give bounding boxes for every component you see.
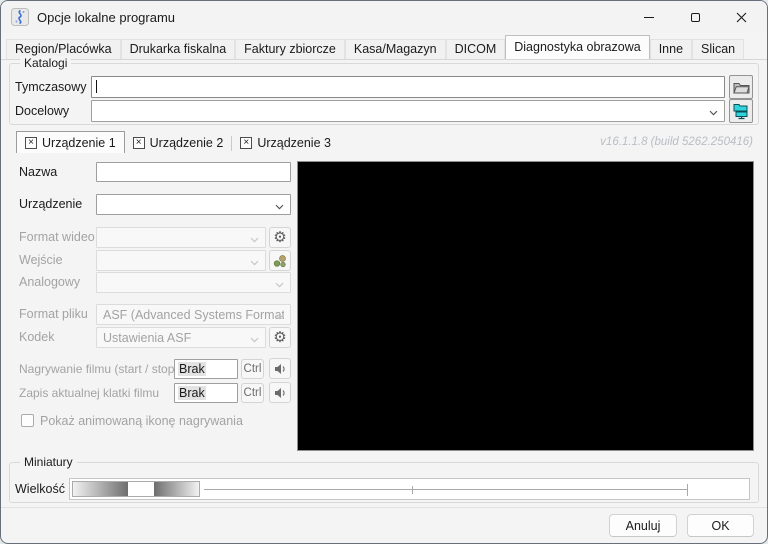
video-preview <box>297 161 754 451</box>
zapis-sound-button[interactable] <box>269 382 291 403</box>
kodek-combobox: Ustawienia ASF <box>96 327 266 348</box>
urzadzenie-combobox[interactable] <box>96 194 291 215</box>
network-folder-icon <box>733 103 748 119</box>
tab-faktury-zbiorcze[interactable]: Faktury zbiorcze <box>235 39 345 59</box>
gear-icon: ⚙ <box>273 328 287 346</box>
chevron-down-icon <box>275 309 284 323</box>
tab-urzadzenie-1[interactable]: × Urządzenie 1 <box>16 131 125 153</box>
folder-icon <box>732 82 750 93</box>
gear-icon: ⚙ <box>273 228 287 246</box>
browse-folder-button[interactable] <box>729 75 753 99</box>
tab-urzadzenie-2[interactable]: × Urządzenie 2 <box>125 133 232 153</box>
maximize-button[interactable] <box>672 1 718 33</box>
tab-urzadzenie-3[interactable]: × Urządzenie 3 <box>232 133 339 153</box>
wejscie-combobox <box>96 250 266 271</box>
format-wideo-settings-button[interactable]: ⚙ <box>269 227 291 248</box>
tab-slican[interactable]: Slican <box>692 39 745 59</box>
tab-kasa-magazyn[interactable]: Kasa/Magazyn <box>344 39 446 59</box>
close-tab-icon: × <box>25 136 37 149</box>
wejscie-label: Wejście <box>19 253 63 267</box>
docelowy-label: Docelowy <box>15 104 70 118</box>
speaker-icon <box>274 387 285 398</box>
device-tab-label: Urządzenie 3 <box>257 136 331 150</box>
nagrywanie-label: Nagrywanie filmu (start / stop) <box>19 362 179 376</box>
chevron-down-icon <box>709 105 718 119</box>
tab-dicom[interactable]: DICOM <box>445 39 506 59</box>
minimize-icon <box>644 16 654 18</box>
tab-diagnostyka-obrazowa[interactable]: Diagnostyka obrazowa <box>505 35 650 59</box>
zapis-ctrl-button[interactable]: Ctrl <box>241 383 264 403</box>
nazwa-label: Nazwa <box>19 165 58 179</box>
window-controls <box>626 1 764 33</box>
device-tab-bar: × Urządzenie 1 × Urządzenie 2 × Urządzen… <box>16 131 339 153</box>
animated-icon-checkbox[interactable] <box>21 414 34 427</box>
chevron-down-icon <box>250 332 259 346</box>
close-tab-icon: × <box>240 137 253 149</box>
device-tab-label: Urządzenie 1 <box>42 135 116 150</box>
nagrywanie-sound-button[interactable] <box>269 358 291 379</box>
nagrywanie-hotkey-input[interactable]: Brak <box>174 359 238 379</box>
kodek-label: Kodek <box>19 330 55 344</box>
minimize-button[interactable] <box>626 1 672 33</box>
nazwa-input[interactable] <box>96 162 291 182</box>
ok-button[interactable]: OK <box>687 514 754 537</box>
cancel-button[interactable]: Anuluj <box>609 514 677 537</box>
analogowy-label: Analogowy <box>19 275 81 289</box>
connectors-icon <box>273 254 286 267</box>
thumbnail-size-slider[interactable] <box>69 478 750 500</box>
speaker-icon <box>274 363 285 374</box>
tab-drukarka-fiskalna[interactable]: Drukarka fiskalna <box>120 39 236 59</box>
kodek-settings-button[interactable]: ⚙ <box>269 327 291 348</box>
zapis-hotkey-input[interactable]: Brak <box>174 383 238 403</box>
urzadzenie-label: Urządzenie <box>19 197 83 211</box>
app-icon <box>11 8 29 26</box>
main-tab-bar: Region/Placówka Drukarka fiskalna Faktur… <box>1 35 767 59</box>
chevron-down-icon <box>250 232 259 246</box>
device-tab-label: Urządzenie 2 <box>149 136 224 150</box>
format-pliku-combobox: ASF (Advanced Systems Format) <box>96 304 291 325</box>
miniatury-legend: Miniatury <box>20 455 77 469</box>
footer-divider <box>1 507 767 508</box>
options-dialog: Opcje lokalne programu Region/Placówka D… <box>0 0 768 544</box>
zapis-label: Zapis aktualnej klatki filmu <box>19 386 160 400</box>
nagrywanie-ctrl-button[interactable]: Ctrl <box>241 359 264 379</box>
slider-thumb[interactable] <box>72 481 200 497</box>
version-text: v16.1.1.8 (build 5262.250416) <box>600 136 753 148</box>
chevron-down-icon <box>275 199 284 213</box>
slider-tick-middle <box>412 486 413 494</box>
slider-tick-end <box>687 484 688 496</box>
tab-inne[interactable]: Inne <box>649 39 693 59</box>
browse-network-button[interactable] <box>729 99 753 123</box>
close-button[interactable] <box>718 1 764 33</box>
chevron-down-icon <box>250 255 259 269</box>
tymczasowy-label: Tymczasowy <box>15 80 87 94</box>
thumb-gradient-left <box>73 482 129 496</box>
chevron-down-icon <box>275 277 284 291</box>
wejscie-connectors-button[interactable] <box>269 250 291 271</box>
analogowy-combobox <box>96 272 291 293</box>
docelowy-combobox[interactable] <box>91 100 725 122</box>
animated-icon-checkbox-label: Pokaż animowaną ikonę nagrywania <box>40 414 243 428</box>
slider-track <box>204 489 688 490</box>
window-title: Opcje lokalne programu <box>37 9 176 25</box>
katalogi-legend: Katalogi <box>20 56 72 70</box>
format-wideo-combobox <box>96 227 266 248</box>
format-wideo-label: Format wideo <box>19 230 95 244</box>
thumb-gradient-right <box>153 482 199 496</box>
maximize-icon <box>690 12 700 22</box>
close-tab-icon: × <box>132 137 145 149</box>
tab-strip-divider <box>1 59 767 60</box>
thumb-gap <box>128 482 154 496</box>
close-icon <box>736 12 746 22</box>
tymczasowy-input[interactable] <box>91 76 725 98</box>
wielkosc-label: Wielkość <box>15 482 66 496</box>
format-pliku-label: Format pliku <box>19 307 88 321</box>
text-caret <box>96 80 97 93</box>
titlebar: Opcje lokalne programu <box>1 1 767 33</box>
